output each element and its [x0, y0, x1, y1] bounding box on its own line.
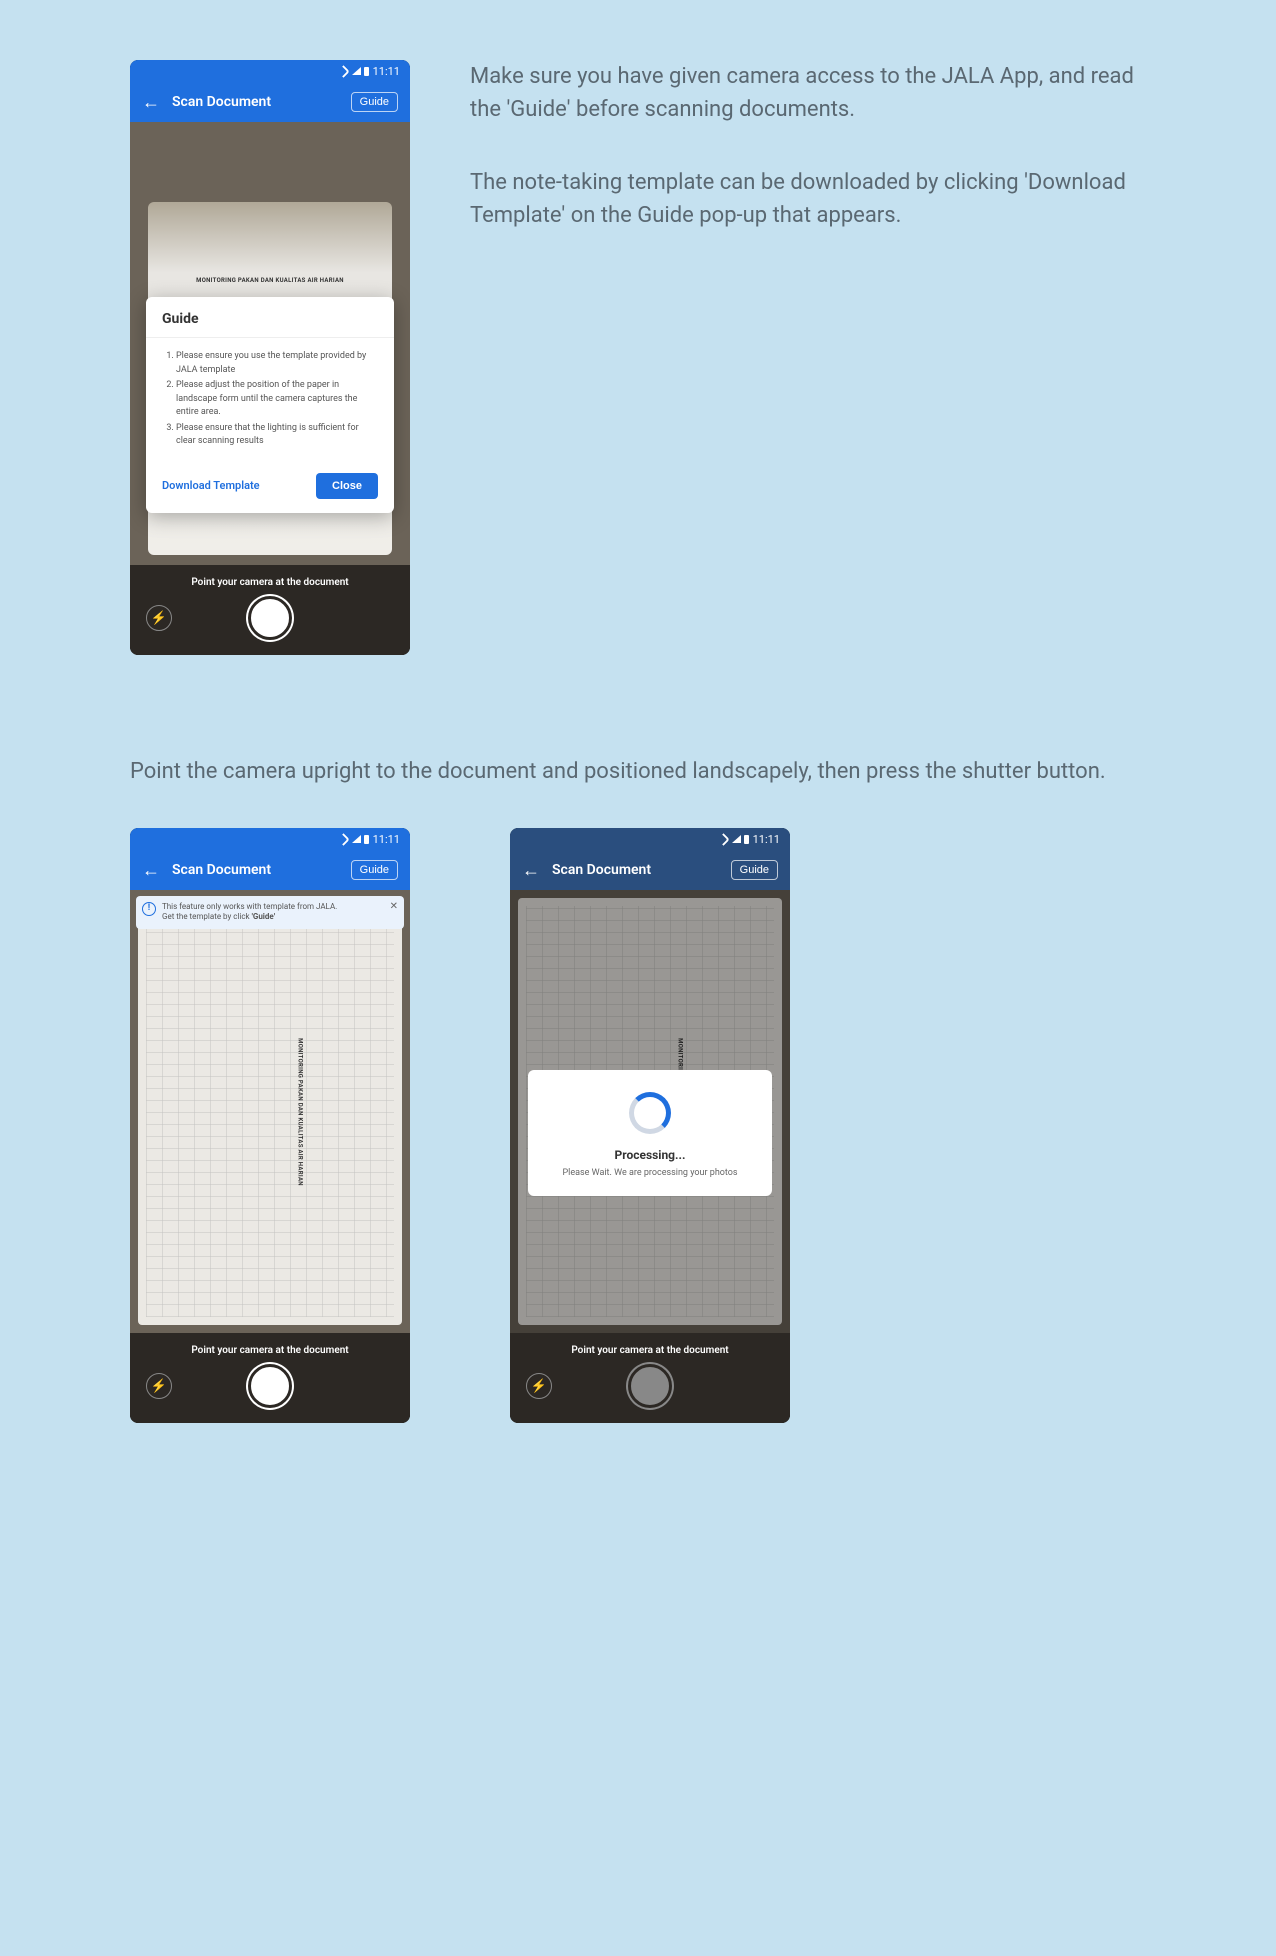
guide-item: Please ensure you use the template provi… — [176, 350, 378, 377]
signal-icon — [352, 67, 361, 75]
camera-instruction: Point your camera at the document — [191, 577, 348, 588]
instruction-text-block: Make sure you have given camera access t… — [470, 60, 1146, 272]
back-arrow-icon[interactable]: ← — [142, 92, 160, 113]
instruction-paragraph: The note-taking template can be download… — [470, 166, 1146, 232]
app-bar: ← Scan Document Guide — [510, 850, 790, 890]
wifi-icon — [337, 65, 350, 78]
guide-button[interactable]: Guide — [351, 92, 398, 112]
processing-modal: Processing... Please Wait. We are proces… — [528, 1070, 772, 1196]
status-bar: 11:11 — [130, 828, 410, 850]
document-title: MONITORING PAKAN DAN KUALITAS AIR HARIAN — [148, 277, 392, 284]
spinner-icon — [629, 1092, 671, 1134]
instruction-paragraph: Make sure you have given camera access t… — [470, 60, 1146, 126]
camera-bottom-bar: Point your camera at the document ⚡ — [130, 565, 410, 655]
info-banner: ! This feature only works with template … — [136, 896, 404, 929]
signal-icon — [352, 835, 361, 843]
camera-instruction: Point your camera at the document — [571, 1345, 728, 1356]
status-bar: 11:11 — [510, 828, 790, 850]
camera-viewport: MONITORING PAKAN DAN KUALITAS AIR HARIAN… — [130, 122, 410, 565]
processing-title: Processing... — [540, 1148, 760, 1162]
download-template-link[interactable]: Download Template — [162, 479, 260, 492]
info-banner-text: This feature only works with template fr… — [162, 902, 382, 923]
status-time: 11:11 — [373, 65, 400, 78]
guide-modal: Guide Please ensure you use the template… — [146, 297, 394, 513]
screen-title: Scan Document — [172, 94, 339, 110]
status-time: 11:11 — [373, 833, 400, 846]
back-arrow-icon[interactable]: ← — [522, 860, 540, 881]
wifi-icon — [717, 833, 730, 846]
app-bar: ← Scan Document Guide — [130, 82, 410, 122]
camera-viewport: MONITORING PAKAN DAN KUALITAS AIR HARIAN… — [510, 890, 790, 1333]
wifi-icon — [337, 833, 350, 846]
close-button[interactable]: Close — [316, 473, 378, 499]
camera-bottom-bar: Point your camera at the document ⚡ — [510, 1333, 790, 1423]
guide-item: Please adjust the position of the paper … — [176, 379, 378, 420]
flash-icon[interactable]: ⚡ — [526, 1373, 552, 1399]
phone-screenshot-camera: 11:11 ← Scan Document Guide MONITORING P… — [130, 828, 410, 1423]
status-time: 11:11 — [753, 833, 780, 846]
shutter-button[interactable] — [248, 1364, 292, 1408]
signal-icon — [732, 835, 741, 843]
guide-modal-body: Please ensure you use the template provi… — [146, 338, 394, 463]
battery-icon — [364, 67, 369, 76]
document-preview-landscape: MONITORING PAKAN DAN KUALITAS AIR HARIAN — [138, 898, 402, 1325]
processing-subtitle: Please Wait. We are processing your phot… — [540, 1168, 760, 1178]
phone-screenshot-guide: 11:11 ← Scan Document Guide MONITORING P… — [130, 60, 410, 655]
camera-instruction: Point your camera at the document — [191, 1345, 348, 1356]
shutter-button — [628, 1364, 672, 1408]
battery-icon — [744, 835, 749, 844]
battery-icon — [364, 835, 369, 844]
phone-screenshot-processing: 11:11 ← Scan Document Guide MONITORING P… — [510, 828, 790, 1423]
guide-button[interactable]: Guide — [731, 860, 778, 880]
flash-icon[interactable]: ⚡ — [146, 1373, 172, 1399]
camera-viewport: MONITORING PAKAN DAN KUALITAS AIR HARIAN… — [130, 890, 410, 1333]
info-icon: ! — [142, 902, 156, 916]
screen-title: Scan Document — [552, 862, 719, 878]
screen-title: Scan Document — [172, 862, 339, 878]
close-icon[interactable]: ✕ — [390, 900, 398, 913]
document-title: MONITORING PAKAN DAN KUALITAS AIR HARIAN — [297, 1038, 304, 1186]
instruction-paragraph: Point the camera upright to the document… — [130, 755, 1146, 788]
shutter-button[interactable] — [248, 596, 292, 640]
status-bar: 11:11 — [130, 60, 410, 82]
app-bar: ← Scan Document Guide — [130, 850, 410, 890]
camera-bottom-bar: Point your camera at the document ⚡ — [130, 1333, 410, 1423]
guide-item: Please ensure that the lighting is suffi… — [176, 422, 378, 449]
guide-button[interactable]: Guide — [351, 860, 398, 880]
back-arrow-icon[interactable]: ← — [142, 860, 160, 881]
flash-icon[interactable]: ⚡ — [146, 605, 172, 631]
guide-modal-title: Guide — [146, 297, 394, 338]
